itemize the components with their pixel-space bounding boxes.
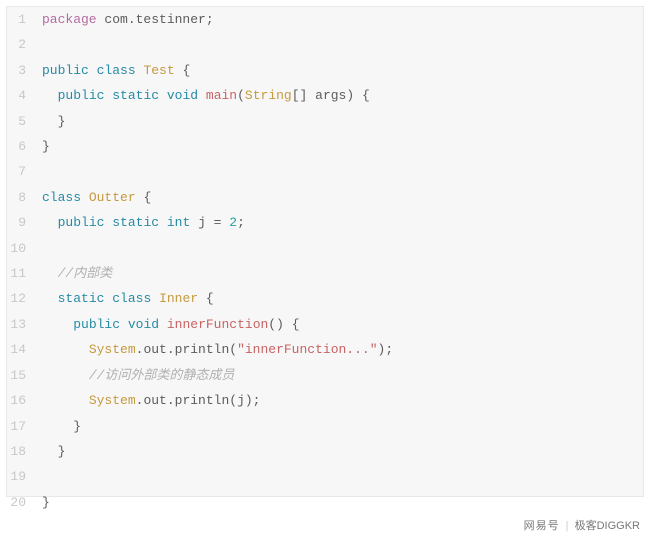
line-number: 17 <box>7 414 42 439</box>
code-line: 6} <box>7 134 643 159</box>
code-line: 20} <box>7 490 643 515</box>
line-number: 1 <box>7 7 42 32</box>
line-number: 4 <box>7 83 42 108</box>
line-number: 2 <box>7 32 42 57</box>
code-line: 19 <box>7 464 643 489</box>
code-line: 11 //内部类 <box>7 261 643 286</box>
line-number: 11 <box>7 261 42 286</box>
code-line: 10 <box>7 236 643 261</box>
code-line: 16 System.out.println(j); <box>7 388 643 413</box>
line-number: 6 <box>7 134 42 159</box>
code-content: public void innerFunction() { <box>42 312 643 337</box>
line-number: 10 <box>7 236 42 261</box>
line-number: 8 <box>7 185 42 210</box>
line-number: 3 <box>7 58 42 83</box>
code-content: } <box>42 109 643 134</box>
code-content: public static int j = 2; <box>42 210 643 235</box>
line-number: 18 <box>7 439 42 464</box>
code-line: 1package com.testinner; <box>7 7 643 32</box>
line-number: 13 <box>7 312 42 337</box>
code-content: //内部类 <box>42 261 643 286</box>
code-content: public class Test { <box>42 58 643 83</box>
code-line: 13 public void innerFunction() { <box>7 312 643 337</box>
code-line: 7 <box>7 159 643 184</box>
code-content: package com.testinner; <box>42 7 643 32</box>
line-number: 9 <box>7 210 42 235</box>
code-line: 12 static class Inner { <box>7 286 643 311</box>
line-number: 7 <box>7 159 42 184</box>
brand-label: 网易号 <box>524 520 560 532</box>
line-number: 19 <box>7 464 42 489</box>
code-content: System.out.println(j); <box>42 388 643 413</box>
code-line: 2 <box>7 32 643 57</box>
code-line: 18 } <box>7 439 643 464</box>
code-content: //访问外部类的静态成员 <box>42 363 643 388</box>
code-line: 17 } <box>7 414 643 439</box>
code-line: 9 public static int j = 2; <box>7 210 643 235</box>
code-line: 3public class Test { <box>7 58 643 83</box>
line-number: 5 <box>7 109 42 134</box>
code-line: 15 //访问外部类的静态成员 <box>7 363 643 388</box>
code-content: } <box>42 414 643 439</box>
line-number: 12 <box>7 286 42 311</box>
line-number: 16 <box>7 388 42 413</box>
code-block: 1package com.testinner;23public class Te… <box>6 6 644 497</box>
code-line: 8class Outter { <box>7 185 643 210</box>
code-content: } <box>42 134 643 159</box>
line-number: 20 <box>7 490 42 515</box>
author-label: 极客DIGGKR <box>575 520 640 532</box>
code-content: class Outter { <box>42 185 643 210</box>
code-content: System.out.println("innerFunction..."); <box>42 337 643 362</box>
line-number: 15 <box>7 363 42 388</box>
code-content: } <box>42 490 643 515</box>
code-line: 4 public static void main(String[] args)… <box>7 83 643 108</box>
code-line: 5 } <box>7 109 643 134</box>
code-content: } <box>42 439 643 464</box>
separator: | <box>566 520 569 532</box>
code-content: static class Inner { <box>42 286 643 311</box>
code-line: 14 System.out.println("innerFunction..."… <box>7 337 643 362</box>
line-number: 14 <box>7 337 42 362</box>
code-content: public static void main(String[] args) { <box>42 83 643 108</box>
